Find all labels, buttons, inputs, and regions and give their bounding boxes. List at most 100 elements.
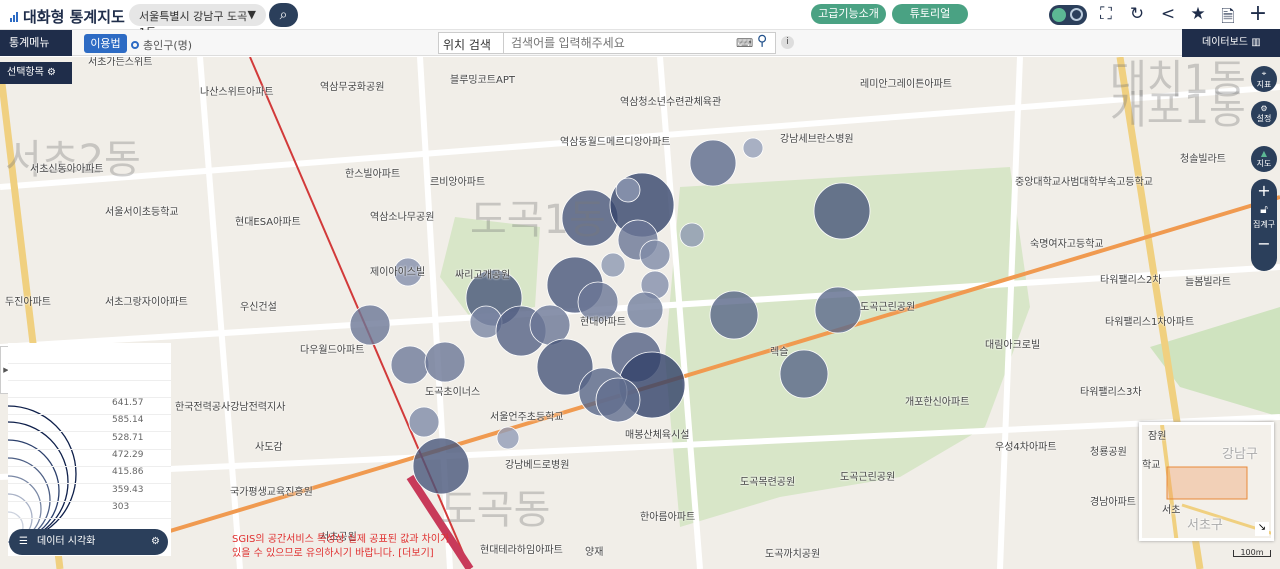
tutorial-button[interactable]: 튜토리얼 (892, 4, 968, 24)
map[interactable]: 서초2동 도곡1동 개포1동 대치1동 도곡동 서초가든스위트 나산스위트아파트 역삼무궁화공… (0, 57, 1280, 569)
data-bubble[interactable] (639, 239, 671, 271)
map-place-label[interactable]: 도곡근린공원 (860, 302, 915, 314)
view-toggle[interactable] (1049, 5, 1087, 25)
map-place-label[interactable]: 청룡공원 (1090, 447, 1127, 459)
map-place-label[interactable]: 도곡근린공원 (840, 472, 895, 484)
map-place-label[interactable]: 우신건설 (240, 302, 277, 314)
map-place-label[interactable]: 양재 (585, 547, 603, 559)
data-visualization-button[interactable]: ☰ 데이터 시각화 ⚙ (9, 529, 168, 555)
map-place-label[interactable]: 타워팰리스1차아파트 (1105, 317, 1194, 329)
map-place-label[interactable]: 현대테라하임아파트 (480, 545, 563, 557)
region-search-button[interactable]: ⌕ (269, 3, 298, 27)
zoom-in-button[interactable]: + (1251, 181, 1277, 200)
map-place-label[interactable]: 제이아이스빌 (370, 267, 425, 279)
map-place-label[interactable]: 도곡목련공원 (740, 477, 795, 489)
map-place-label[interactable]: 서초가든스위트 (88, 57, 152, 69)
map-place-label[interactable]: 강남세브란스병원 (780, 134, 854, 146)
map-place-label[interactable]: 대림아크로빌 (985, 340, 1040, 352)
data-bubble[interactable] (600, 252, 626, 278)
map-place-label[interactable]: 현대아파트 (580, 317, 626, 329)
indicator-button[interactable]: ⌖ 지표 (1251, 66, 1277, 92)
settings-button[interactable]: ⚙ 설정 (1251, 101, 1277, 127)
unlock-icon[interactable]: 🔓︎ (1251, 202, 1277, 217)
data-bubble[interactable] (408, 406, 440, 438)
map-place-label[interactable]: 서초신동아아파트 (30, 164, 104, 176)
app-logo[interactable]: 대화형 통계지도 (10, 6, 125, 27)
data-bubble[interactable] (689, 139, 737, 187)
data-bubble[interactable] (813, 182, 871, 240)
map-place-label[interactable]: 서울언주초등학교 (490, 412, 564, 424)
map-place-label[interactable]: 역삼동월드메르디앙아파트 (560, 137, 670, 149)
map-place-label[interactable]: 우성4차아파트 (995, 442, 1057, 454)
map-place-label[interactable]: 경남아파트 (1090, 497, 1136, 509)
map-place-label[interactable]: 한아름아파트 (640, 512, 695, 524)
map-place-label[interactable]: 도곡까치공원 (765, 549, 820, 561)
map-place-label[interactable]: 역삼소나무공원 (370, 212, 434, 224)
map-place-label[interactable]: 현대ESA아파트 (235, 217, 301, 229)
minimap[interactable]: 잠원 강남구 서초 서초구 학교 ↘ (1139, 422, 1274, 541)
map-button[interactable]: ▲ 지도 (1251, 146, 1277, 172)
data-bubble[interactable] (424, 341, 466, 383)
data-bubble[interactable] (615, 177, 641, 203)
bar-chart-icon: ▥ (1251, 37, 1261, 48)
map-place-label[interactable]: 청솔빌라트 (1180, 154, 1226, 166)
map-place-label[interactable]: 사도감 (255, 442, 283, 454)
data-bubble[interactable] (709, 290, 759, 340)
map-place-label[interactable]: 나산스위트아파트 (200, 87, 274, 99)
map-place-label[interactable]: 다우월드아파트 (300, 345, 364, 357)
map-place-label[interactable]: 매봉산체육시설 (625, 430, 689, 442)
star-icon[interactable]: ★ (1187, 4, 1209, 24)
info-icon[interactable]: i (781, 36, 794, 49)
location-select-label: 위치 검색 (443, 38, 491, 52)
location-search-select[interactable]: 위치 검색 ⌄ (438, 32, 504, 67)
map-place-label[interactable]: 숙명여자고등학교 (1030, 239, 1104, 251)
plus-icon[interactable]: + (1247, 1, 1269, 26)
map-place-label[interactable]: 블루밍코트APT (450, 75, 515, 87)
data-bubble[interactable] (349, 304, 391, 346)
selected-items-label: 선택항목 (7, 67, 44, 78)
data-bubble[interactable] (814, 286, 862, 334)
map-place-label[interactable]: 국가평생교육진흥원 (230, 487, 313, 499)
data-bubble[interactable] (742, 137, 764, 159)
map-place-label[interactable]: 늘봄빌라트 (1185, 277, 1231, 289)
map-place-label[interactable]: 타워팰리스2차 (1100, 275, 1162, 287)
data-bubble[interactable] (595, 377, 641, 423)
map-place-label[interactable]: 싸리고개공원 (455, 270, 510, 282)
gear-icon[interactable]: ⚙ (151, 529, 160, 555)
map-place-label[interactable]: 두진아파트 (5, 297, 51, 309)
map-place-label[interactable]: 르비앙아파트 (430, 177, 485, 189)
keyboard-icon[interactable]: ⌨ (736, 36, 753, 50)
data-bubble[interactable] (390, 345, 430, 385)
advanced-features-button[interactable]: 고급기능소개 (811, 4, 886, 24)
map-place-label[interactable]: 한국전력공사강남전력지사 (175, 402, 285, 414)
data-bubble[interactable] (496, 426, 520, 450)
map-place-label[interactable]: 역삼무궁화공원 (320, 82, 384, 94)
fullscreen-icon[interactable]: ⛶ (1095, 4, 1117, 24)
region-selector[interactable]: 서울특별시 강남구 도곡1동▼ (129, 4, 266, 39)
disclaimer-notice[interactable]: SGIS의 공간서비스 특성상 실제 공표된 값과 차이가 있을 수 있으므로 유… (232, 533, 449, 561)
dashboard-button[interactable]: 데이터보드 ▥ (1182, 29, 1280, 57)
map-place-label[interactable]: 역삼청소년수련관체육관 (620, 97, 721, 109)
map-place-label[interactable]: 렉슬 (770, 347, 788, 359)
map-place-label[interactable]: 서초그랑자이아파트 (105, 297, 188, 309)
expand-arrow-icon[interactable]: ↘ (1255, 522, 1269, 536)
map-place-label[interactable]: 도곡초이너스 (425, 387, 480, 399)
map-place-label[interactable]: 강남베드로병원 (505, 460, 569, 472)
how-to-use-button[interactable]: 이용법 (84, 34, 127, 53)
refresh-icon[interactable]: ↻ (1126, 4, 1148, 24)
stat-menu-button[interactable]: 통계메뉴 ⋮⋮⋮ (0, 30, 72, 75)
map-place-label[interactable]: 한스빌아파트 (345, 169, 400, 181)
data-bubble[interactable] (679, 222, 705, 248)
legend-row: 641.57 (8, 398, 171, 415)
data-bubble[interactable] (626, 291, 664, 329)
share-icon[interactable]: < (1157, 4, 1179, 24)
zoom-out-button[interactable]: − (1251, 234, 1277, 253)
search-icon[interactable]: ⚲ (757, 33, 767, 49)
map-place-label[interactable]: 중앙대학교사범대학부속고등학교 (1015, 177, 1153, 189)
map-place-label[interactable]: 개포한신아파트 (905, 397, 969, 409)
data-bubble[interactable] (577, 281, 619, 323)
map-place-label[interactable]: 서울서이초등학교 (105, 207, 179, 219)
map-place-label[interactable]: 레미안그레이튼아파트 (860, 79, 952, 91)
selected-items-button[interactable]: 선택항목 ⚙ (0, 62, 72, 84)
map-place-label[interactable]: 타워팰리스3차 (1080, 387, 1142, 399)
